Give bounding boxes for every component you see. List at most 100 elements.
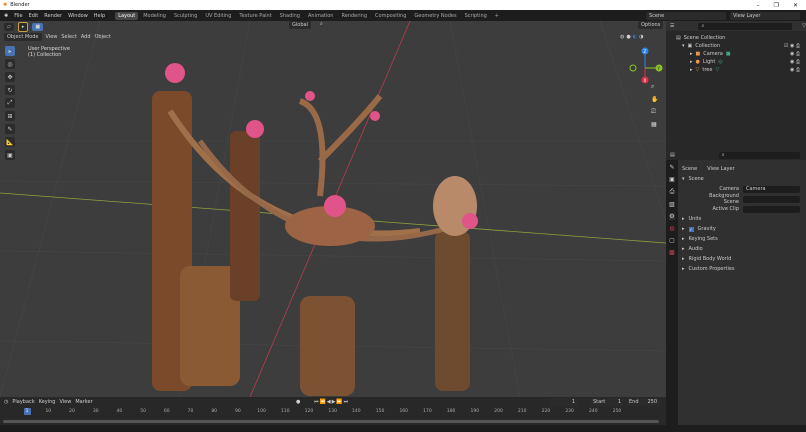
visibility-icon[interactable]: ☑ ◉ ⎙ [784, 43, 806, 49]
tab-layout[interactable]: Layout [115, 11, 139, 20]
scene-tab-icon[interactable]: ⚙ [669, 213, 675, 220]
timeline[interactable]: ◷ Playback Keying View Marker ● ⏮⏪◀▶⏩⏭ 1… [0, 397, 666, 425]
pan-hand-icon[interactable]: ✋ [651, 96, 658, 103]
texture-tab-icon[interactable]: ▩ [669, 249, 675, 256]
outliner-item-light[interactable]: ▸ ● Light ◎ ◉ ⎙ [676, 58, 806, 66]
tab-shading[interactable]: Shading [277, 12, 303, 20]
view-layer-tab-icon[interactable]: ▧ [669, 201, 675, 208]
scale-tool[interactable]: ⤢ [5, 98, 15, 108]
outliner-item-camera[interactable]: ▸ ■ Camera ■ ◉ ⎙ [676, 50, 806, 58]
visibility-icon[interactable]: ◉ ⎙ [790, 51, 806, 57]
menu-file[interactable]: File [14, 13, 22, 19]
minimize-button[interactable]: – [757, 2, 760, 9]
collection-tab-icon[interactable]: ▢ [669, 237, 675, 244]
panel-gravity[interactable]: ▸ ✓ Gravity [678, 224, 806, 234]
tab-scripting[interactable]: Scripting [462, 12, 490, 20]
tab-modeling[interactable]: Modeling [140, 12, 169, 20]
visibility-icon[interactable]: ◉ ⎙ [790, 67, 806, 73]
outliner-search[interactable]: ⌕ [698, 22, 793, 30]
filter-icon[interactable]: ▽ [802, 23, 806, 29]
transform-orientation-dropdown[interactable]: Global [289, 21, 311, 29]
properties-editor: ▤ ⌕ ✎ ▣ ⎙ ▧ ⚙ ◍ ▢ ▩ Scene View Layer ▾ Scene Cam… [666, 150, 806, 432]
select-box-tool[interactable]: ▸ [5, 46, 15, 56]
scene-selector[interactable]: Scene [646, 11, 726, 20]
menu-marker[interactable]: Marker [75, 399, 92, 405]
panel-scene-header[interactable]: ▾ Scene [678, 174, 806, 184]
panel-units[interactable]: ▸ Units [678, 214, 806, 224]
visibility-icon[interactable]: ◉ ⎙ [790, 59, 806, 65]
close-button[interactable]: ✕ [793, 2, 798, 9]
collection-name: (1) Collection [28, 52, 62, 58]
render-tab-icon[interactable]: ▣ [669, 176, 675, 183]
camera-view-icon[interactable]: ⎚ [651, 108, 658, 116]
tree-model [152, 63, 478, 396]
outliner-scene-collection[interactable]: ▤ Scene Collection [676, 34, 806, 42]
frame-tick: 100 [257, 409, 266, 414]
measure-tool[interactable]: 📐 [5, 137, 15, 147]
annotate-tool[interactable]: ✎ [5, 124, 15, 134]
cursor-tool[interactable]: ◎ [5, 59, 15, 69]
output-tab-icon[interactable]: ⎙ [670, 188, 675, 196]
background-scene-field[interactable] [743, 195, 800, 203]
menu-render[interactable]: Render [44, 13, 62, 19]
tab-rendering[interactable]: Rendering [338, 12, 370, 20]
current-frame-field[interactable]: 1 [550, 397, 578, 406]
viewport-scene [0, 21, 666, 397]
menu-edit[interactable]: Edit [29, 13, 39, 19]
options-dropdown[interactable]: Options [638, 21, 664, 29]
tool-tab-icon[interactable]: ✎ [669, 164, 674, 171]
frame-tick: 60 [163, 409, 170, 414]
panel-rigid-body-world[interactable]: ▸ Rigid Body World [678, 254, 806, 264]
breadcrumb-view-layer: View Layer [707, 166, 735, 172]
navigation-gizmo[interactable]: Z Y X [625, 46, 665, 96]
editor-type-icon[interactable]: ▤ [670, 152, 675, 158]
camera-data-icon: ■ [725, 51, 731, 57]
tab-texture-paint[interactable]: Texture Paint [236, 12, 274, 20]
panel-custom-properties[interactable]: ▸ Custom Properties [678, 264, 806, 274]
menu-help[interactable]: Help [94, 13, 105, 19]
view-layer-selector[interactable]: View Layer [730, 11, 800, 20]
add-workspace-button[interactable]: + [492, 12, 502, 20]
editor-type-icon[interactable]: ◷ [4, 399, 8, 405]
outliner-header: ☰ ⌕ ▽ [666, 21, 806, 31]
rotate-tool[interactable]: ↻ [5, 85, 15, 95]
collection-icon: ▣ [687, 43, 693, 49]
3d-viewport[interactable]: ▱ ▸ ■ Global ⌕ Options Object Mode View … [0, 21, 666, 397]
playback-controls[interactable]: ⏮⏪◀▶⏩⏭ [314, 399, 349, 405]
timeline-scrollbar[interactable] [3, 420, 659, 423]
transform-tool[interactable]: ⊞ [5, 111, 15, 121]
end-frame-field[interactable]: End 250 [626, 397, 660, 406]
tab-sculpting[interactable]: Sculpting [171, 12, 200, 20]
add-cube-tool[interactable]: ▣ [5, 150, 15, 160]
search-icon[interactable]: ⌕ [320, 21, 323, 27]
blender-menu-icon[interactable]: ✺ [4, 13, 8, 19]
active-clip-field[interactable] [743, 205, 800, 213]
camera-field[interactable]: Camera [743, 185, 800, 193]
menu-keying[interactable]: Keying [39, 399, 56, 405]
menu-view[interactable]: View [59, 399, 71, 405]
tab-geometry-nodes[interactable]: Geometry Nodes [411, 12, 459, 20]
tab-compositing[interactable]: Compositing [372, 12, 409, 20]
breadcrumb-scene: Scene [682, 166, 698, 172]
gravity-checkbox[interactable]: ✓ [688, 226, 694, 232]
menu-playback[interactable]: Playback [12, 399, 34, 405]
world-tab-icon[interactable]: ◍ [669, 225, 674, 232]
panel-audio[interactable]: ▸ Audio [678, 244, 806, 254]
properties-search[interactable]: ⌕ [718, 151, 800, 159]
display-mode-icon[interactable]: ☰ [670, 23, 674, 29]
record-button[interactable]: ● [296, 399, 300, 405]
outliner-collection[interactable]: ▾ ▣ Collection ☑ ◉ ⎙ [676, 42, 806, 50]
move-tool[interactable]: ✥ [5, 72, 15, 82]
svg-text:X: X [644, 78, 647, 83]
tab-uv-editing[interactable]: UV Editing [202, 12, 234, 20]
maximize-button[interactable]: ❐ [774, 2, 779, 9]
menu-window[interactable]: Window [68, 13, 88, 19]
panel-keying-sets[interactable]: ▸ Keying Sets [678, 234, 806, 244]
grid-icon[interactable]: ▦ [651, 121, 658, 128]
shading-buttons[interactable]: ◍ ● ◐ ◑ [620, 34, 644, 40]
tab-animation[interactable]: Animation [305, 12, 337, 20]
zoom-icon[interactable]: ⌕ [651, 83, 658, 91]
start-frame-field[interactable]: Start 1 [590, 397, 624, 406]
status-bar [0, 425, 806, 432]
outliner-item-tree[interactable]: ▸ ▽ tree ▽ ◉ ⎙ [676, 66, 806, 74]
